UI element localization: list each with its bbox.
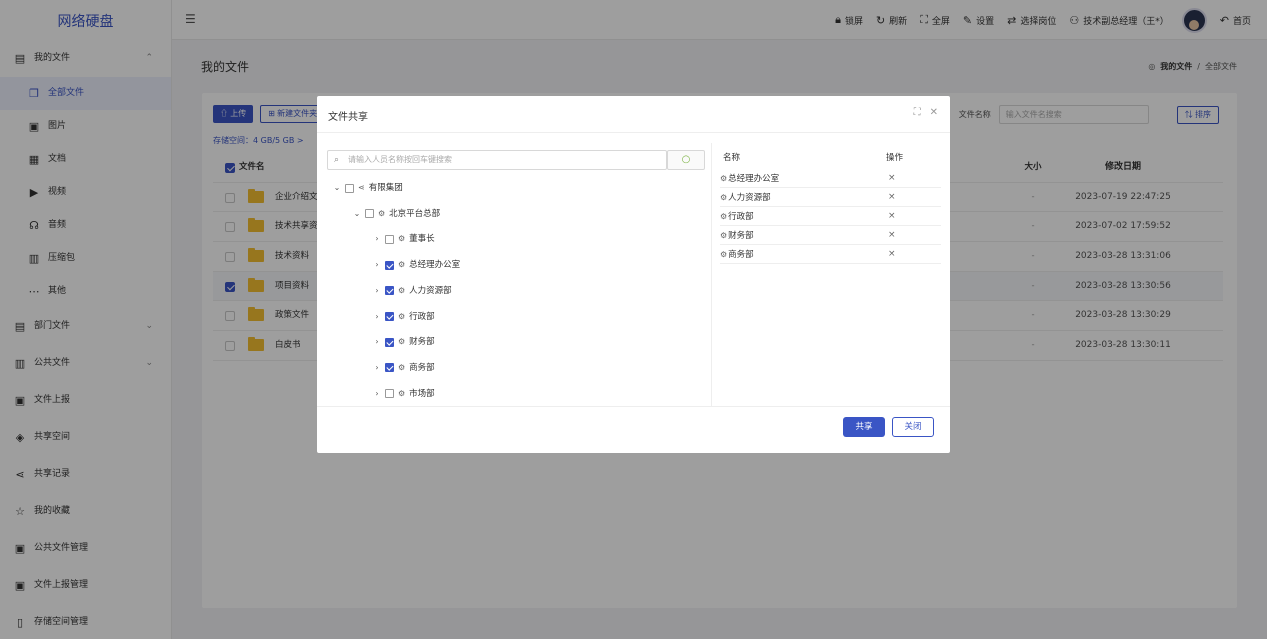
expand-icon[interactable]: › xyxy=(373,335,381,349)
search-icon: ⌕ xyxy=(334,155,340,165)
dept-icon: ⚙ xyxy=(720,250,728,259)
dept-icon: ⚙ xyxy=(398,260,406,270)
refresh-icon: ○ xyxy=(681,154,691,165)
tree-node-label: 行政部 xyxy=(409,311,435,322)
tree-node-label: 北京平台总部 xyxy=(389,208,441,219)
tree-checkbox[interactable] xyxy=(385,286,394,296)
member-search-input[interactable]: ⌕ 请输入人员名称按回车键搜索 xyxy=(327,150,667,170)
dept-icon: ⚙ xyxy=(720,193,728,202)
tree-node[interactable]: › ⚙ 商务部 xyxy=(373,361,435,375)
expand-icon[interactable]: › xyxy=(373,361,381,375)
tree-checkbox[interactable] xyxy=(385,363,394,373)
group-icon: ⋖ xyxy=(358,183,365,192)
tree-checkbox[interactable] xyxy=(385,337,394,347)
expand-icon[interactable]: › xyxy=(373,387,381,401)
org-tree-pane: ⌕ 请输入人员名称按回车键搜索 ○ ⌄ ⋖ 有限集团 ⌄ ⚙ 北京平台总部 › ⚙ 董事长 › ⚙ 总… xyxy=(317,143,712,406)
dept-icon: ⚙ xyxy=(720,231,728,240)
tree-node[interactable]: › ⚙ 董事长 xyxy=(373,232,435,246)
tree-node[interactable]: › ⚙ 行政部 xyxy=(373,310,435,324)
dept-icon: ⚙ xyxy=(398,388,406,398)
selected-header: 名称 操作 xyxy=(723,153,904,163)
close-button[interactable]: 关闭 xyxy=(892,417,934,437)
dialog-title: 文件共享 xyxy=(328,112,368,123)
remove-icon[interactable]: × xyxy=(888,207,896,226)
tree-checkbox[interactable] xyxy=(345,183,354,193)
remove-icon[interactable]: × xyxy=(888,245,896,264)
tree-node-label: 市场部 xyxy=(409,388,435,399)
tree-node-label: 总经理办公室 xyxy=(409,260,461,271)
tree-checkbox[interactable] xyxy=(385,234,394,244)
selected-item-label: 行政部 xyxy=(728,212,754,222)
selected-item-label: 人力资源部 xyxy=(728,193,771,203)
dept-icon: ⚙ xyxy=(398,311,406,321)
dept-icon: ⚙ xyxy=(398,362,406,372)
expand-icon[interactable]: › xyxy=(373,258,381,272)
tree-node-label: 董事长 xyxy=(409,234,435,245)
dept-icon: ⚙ xyxy=(378,208,386,218)
tree-node-label: 商务部 xyxy=(409,362,435,373)
tree-checkbox[interactable] xyxy=(365,209,374,219)
selected-item-label: 商务部 xyxy=(728,250,754,260)
expand-icon[interactable]: ⌄ xyxy=(333,181,341,195)
selected-item-label: 总经理办公室 xyxy=(728,174,780,184)
maximize-icon[interactable]: ⛶ xyxy=(914,107,921,118)
selected-item-label: 财务部 xyxy=(728,231,754,241)
remove-icon[interactable]: × xyxy=(888,226,896,245)
tree-checkbox[interactable] xyxy=(385,312,394,321)
tree-node[interactable]: › ⚙ 市场部 xyxy=(373,387,435,401)
dept-icon: ⚙ xyxy=(398,337,406,347)
selected-item: ⚙总经理办公室 × xyxy=(720,169,941,188)
selected-item: ⚙人力资源部 × xyxy=(720,188,941,207)
tree-node[interactable]: ⌄ ⋖ 有限集团 xyxy=(333,181,403,195)
selected-item: ⚙财务部 × xyxy=(720,226,941,245)
close-icon[interactable]: ✕ xyxy=(930,107,938,118)
tree-refresh-button[interactable]: ○ xyxy=(667,150,705,170)
tree-node[interactable]: › ⚙ 总经理办公室 xyxy=(373,258,460,272)
dept-icon: ⚙ xyxy=(720,212,728,221)
tree-node[interactable]: › ⚙ 人力资源部 xyxy=(373,284,452,298)
tree-node[interactable]: ⌄ ⚙ 北京平台总部 xyxy=(353,207,441,221)
selected-pane: 名称 操作 ⚙总经理办公室 × ⚙人力资源部 × ⚙行政部 × ⚙财务部 × ⚙商务部 × xyxy=(713,143,946,406)
remove-icon[interactable]: × xyxy=(888,169,896,188)
tree-checkbox[interactable] xyxy=(385,389,394,399)
expand-icon[interactable]: ⌄ xyxy=(353,207,361,221)
selected-item: ⚙行政部 × xyxy=(720,207,941,226)
tree-node-label: 人力资源部 xyxy=(409,285,452,296)
remove-icon[interactable]: × xyxy=(888,188,896,207)
expand-icon[interactable]: › xyxy=(373,232,381,246)
tree-node[interactable]: › ⚙ 财务部 xyxy=(373,335,435,349)
expand-icon[interactable]: › xyxy=(373,310,381,324)
share-button[interactable]: 共享 xyxy=(843,417,885,437)
dept-icon: ⚙ xyxy=(720,174,728,183)
dept-icon: ⚙ xyxy=(398,285,406,295)
dept-icon: ⚙ xyxy=(398,234,406,244)
expand-icon[interactable]: › xyxy=(373,284,381,298)
share-dialog: 文件共享 ⛶ ✕ ⌕ 请输入人员名称按回车键搜索 ○ ⌄ ⋖ 有限集团 ⌄ ⚙ 北京平台总… xyxy=(317,96,950,453)
tree-node-label: 财务部 xyxy=(409,337,435,348)
selected-item: ⚙商务部 × xyxy=(720,245,941,264)
tree-checkbox[interactable] xyxy=(385,260,394,270)
tree-node-label: 有限集团 xyxy=(368,183,403,193)
